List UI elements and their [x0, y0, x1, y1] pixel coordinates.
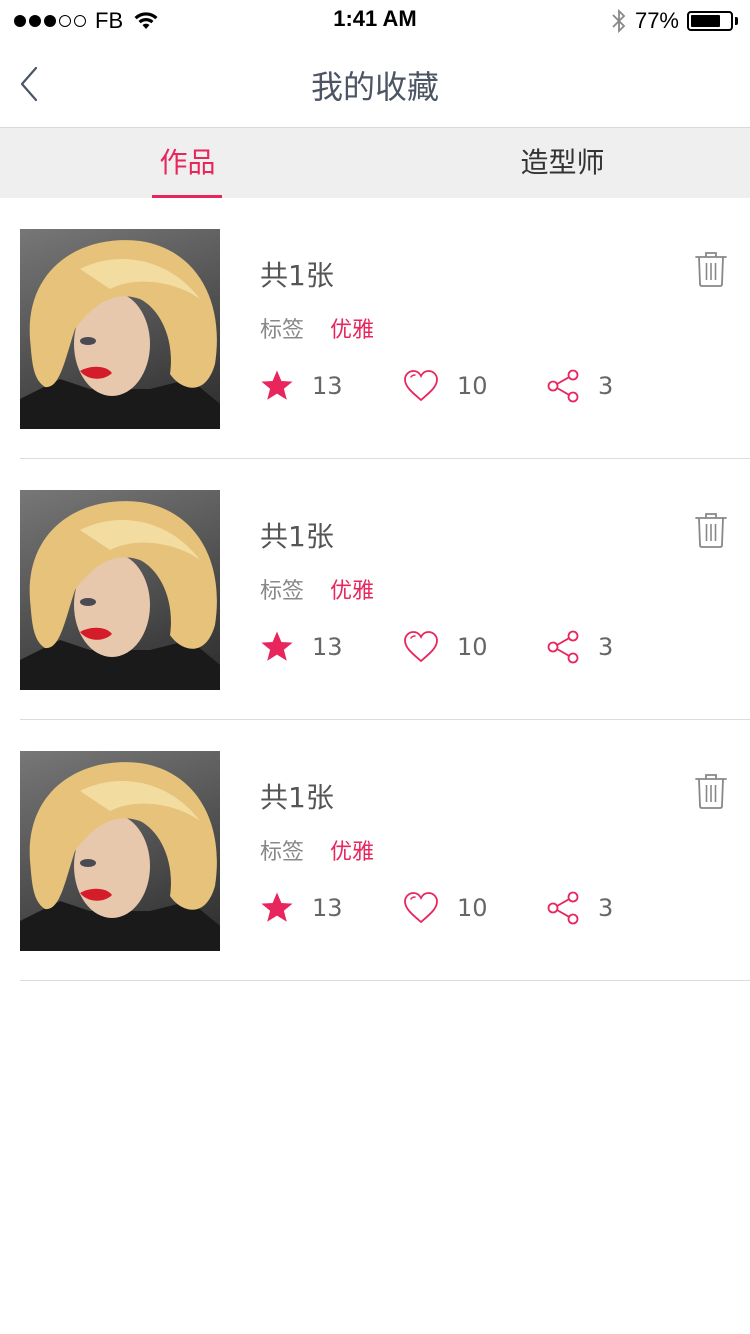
tab-bar: 作品 造型师 [0, 128, 750, 198]
hairstyle-photo[interactable] [20, 751, 220, 951]
bluetooth-icon [612, 8, 626, 34]
tag-label: 标签 [260, 579, 305, 604]
share-stat[interactable]: 3 [546, 369, 689, 403]
battery-percent: 77% [634, 8, 679, 33]
list-item[interactable]: 共1张 标签 优雅 13 10 3 [20, 459, 750, 720]
tag-label: 标签 [260, 318, 305, 343]
battery-icon [687, 11, 733, 31]
like-stat[interactable]: 10 [403, 369, 546, 403]
like-count: 10 [457, 633, 488, 661]
portrait-image [20, 762, 220, 951]
status-right: 77% [611, 7, 738, 35]
portrait-image [20, 240, 220, 429]
battery-fill [691, 15, 721, 27]
portrait-image [20, 501, 220, 690]
item-stats: 13 10 3 [260, 627, 689, 667]
status-bar: FB 1:41 AM 77% [0, 0, 750, 40]
list-item[interactable]: 共1张 标签 优雅 13 10 3 [20, 198, 750, 459]
tag-value[interactable]: 优雅 [330, 573, 374, 605]
tab-label: 作品 [159, 146, 216, 179]
tag-row: 标签 优雅 [260, 834, 374, 866]
trash-icon[interactable] [694, 772, 728, 810]
favorite-stat[interactable]: 13 [260, 891, 403, 925]
share-count: 3 [598, 894, 614, 922]
battery-tip [735, 17, 738, 25]
favorite-count: 13 [312, 894, 343, 922]
nav-bar: 我的收藏 [0, 40, 750, 128]
heart-icon [404, 370, 438, 402]
item-title: 共1张 [260, 520, 334, 553]
share-count: 3 [598, 372, 614, 400]
tag-label: 标签 [260, 840, 305, 865]
like-stat[interactable]: 10 [403, 891, 546, 925]
tab-works[interactable]: 作品 [0, 128, 375, 198]
tag-value[interactable]: 优雅 [330, 834, 374, 866]
item-title: 共1张 [260, 781, 334, 814]
tag-row: 标签 优雅 [260, 573, 374, 605]
trash-icon[interactable] [694, 511, 728, 549]
favorite-stat[interactable]: 13 [260, 369, 403, 403]
heart-icon [404, 631, 438, 663]
list-item[interactable]: 共1张 标签 优雅 13 10 3 [20, 720, 750, 981]
tab-label: 造型师 [520, 146, 605, 179]
share-icon [547, 891, 579, 925]
page-title: 我的收藏 [310, 68, 439, 106]
like-stat[interactable]: 10 [403, 630, 546, 664]
favorite-count: 13 [312, 633, 343, 661]
item-stats: 13 10 3 [260, 888, 689, 928]
share-icon [547, 369, 579, 403]
star-icon [261, 370, 293, 400]
item-title: 共1张 [260, 259, 334, 292]
tag-value[interactable]: 优雅 [330, 312, 374, 344]
favorite-count: 13 [312, 372, 343, 400]
hairstyle-photo[interactable] [20, 490, 220, 690]
favorite-stat[interactable]: 13 [260, 630, 403, 664]
share-count: 3 [598, 633, 614, 661]
tab-stylists[interactable]: 造型师 [375, 128, 750, 198]
favorites-list: 共1张 标签 优雅 13 10 3 共1张 标签 优雅 13 10 3 共1张 … [0, 198, 750, 981]
item-stats: 13 10 3 [260, 366, 689, 406]
like-count: 10 [457, 894, 488, 922]
share-stat[interactable]: 3 [546, 630, 689, 664]
star-icon [261, 631, 293, 661]
hairstyle-photo[interactable] [20, 229, 220, 429]
tag-row: 标签 优雅 [260, 312, 374, 344]
share-icon [547, 630, 579, 664]
like-count: 10 [457, 372, 488, 400]
heart-icon [404, 892, 438, 924]
trash-icon[interactable] [694, 250, 728, 288]
star-icon [261, 892, 293, 922]
share-stat[interactable]: 3 [546, 891, 689, 925]
